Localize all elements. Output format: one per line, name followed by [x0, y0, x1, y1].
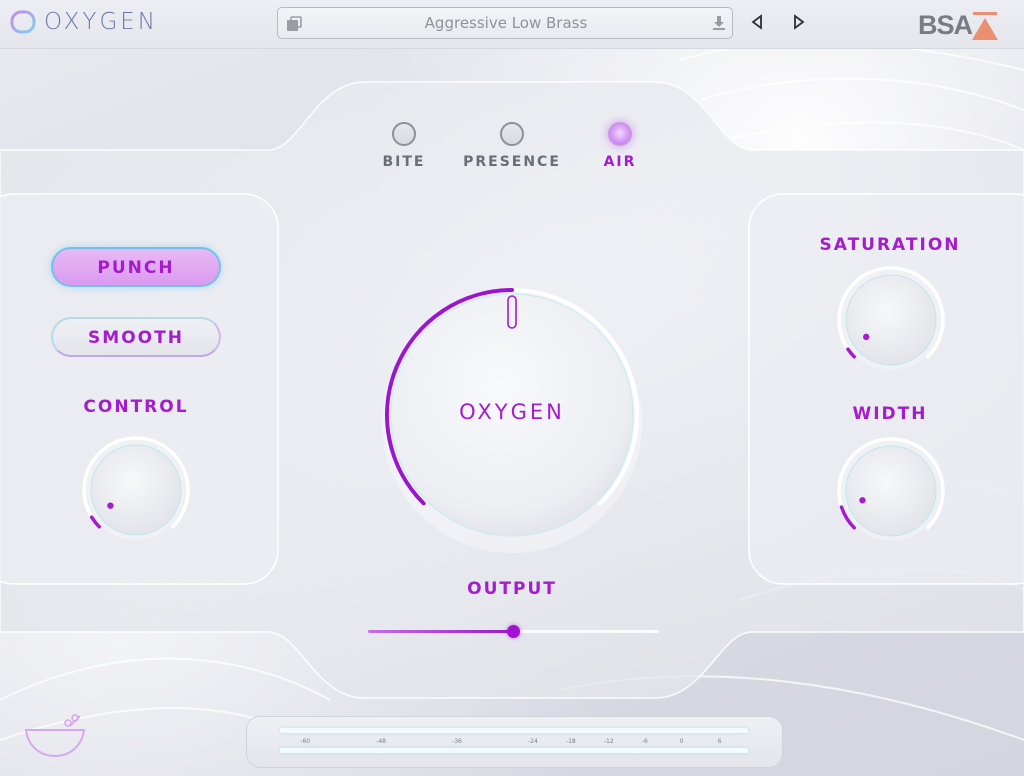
output-slider-thumb[interactable]	[507, 625, 520, 638]
bite-radio[interactable]	[392, 122, 416, 146]
width-knob[interactable]	[831, 431, 951, 551]
triangle-right-icon[interactable]	[792, 14, 806, 30]
top-bar: OXYGEN Aggressive Low Brass BSA	[0, 0, 1024, 49]
preset-selector[interactable]: Aggressive Low Brass	[277, 7, 733, 39]
bowl-icon[interactable]	[22, 712, 88, 760]
width-label: WIDTH	[852, 404, 928, 424]
level-meter: -60 -48 -36 -24 -18 -12 -6 0 6	[246, 716, 783, 768]
presence-label[interactable]: PRESENCE	[452, 154, 572, 170]
meter-bar-right	[280, 748, 748, 753]
oxygen-knob-label: OXYGEN	[459, 400, 565, 424]
logo-ring-icon	[10, 10, 36, 34]
brand-triangle-icon	[972, 12, 998, 40]
brand-logo-text: BSA	[918, 10, 973, 40]
meter-tick-label: -24	[527, 738, 538, 745]
meter-tick-label: -36	[452, 738, 462, 745]
control-knob[interactable]	[76, 430, 196, 550]
presence-radio[interactable]	[500, 122, 524, 146]
meter-tick-label: 0	[679, 738, 684, 745]
meter-tick-label: -60	[300, 738, 311, 745]
knob-indicator-dot	[859, 497, 866, 504]
triangle-left-icon[interactable]	[750, 14, 764, 30]
meter-tick-label: -18	[565, 738, 576, 745]
air-radio[interactable]	[608, 122, 632, 146]
meter-tick-label: -12	[603, 738, 614, 745]
air-label[interactable]: AIR	[580, 154, 660, 170]
output-label: OUTPUT	[467, 579, 557, 599]
punch-button[interactable]: PUNCH	[51, 247, 221, 287]
knob-indicator-dot	[862, 333, 870, 341]
meter-tick-label: 6	[717, 738, 722, 745]
bite-label[interactable]: BITE	[364, 154, 444, 170]
saturation-label: SATURATION	[819, 235, 961, 255]
preset-name[interactable]: Aggressive Low Brass	[278, 8, 734, 38]
knob-indicator-dot	[107, 502, 114, 509]
brand-logo: BSA	[918, 8, 1000, 42]
meter-tick-label: -48	[376, 738, 386, 745]
download-icon[interactable]	[712, 15, 726, 31]
saturation-knob[interactable]	[831, 260, 951, 380]
control-label: CONTROL	[83, 397, 189, 417]
app-logo-text: OXYGEN	[44, 9, 158, 35]
output-slider-fill	[368, 630, 514, 633]
smooth-button[interactable]: SMOOTH	[51, 317, 221, 357]
meter-tick-label: -6	[641, 738, 648, 745]
meter-bar-left	[280, 728, 748, 733]
